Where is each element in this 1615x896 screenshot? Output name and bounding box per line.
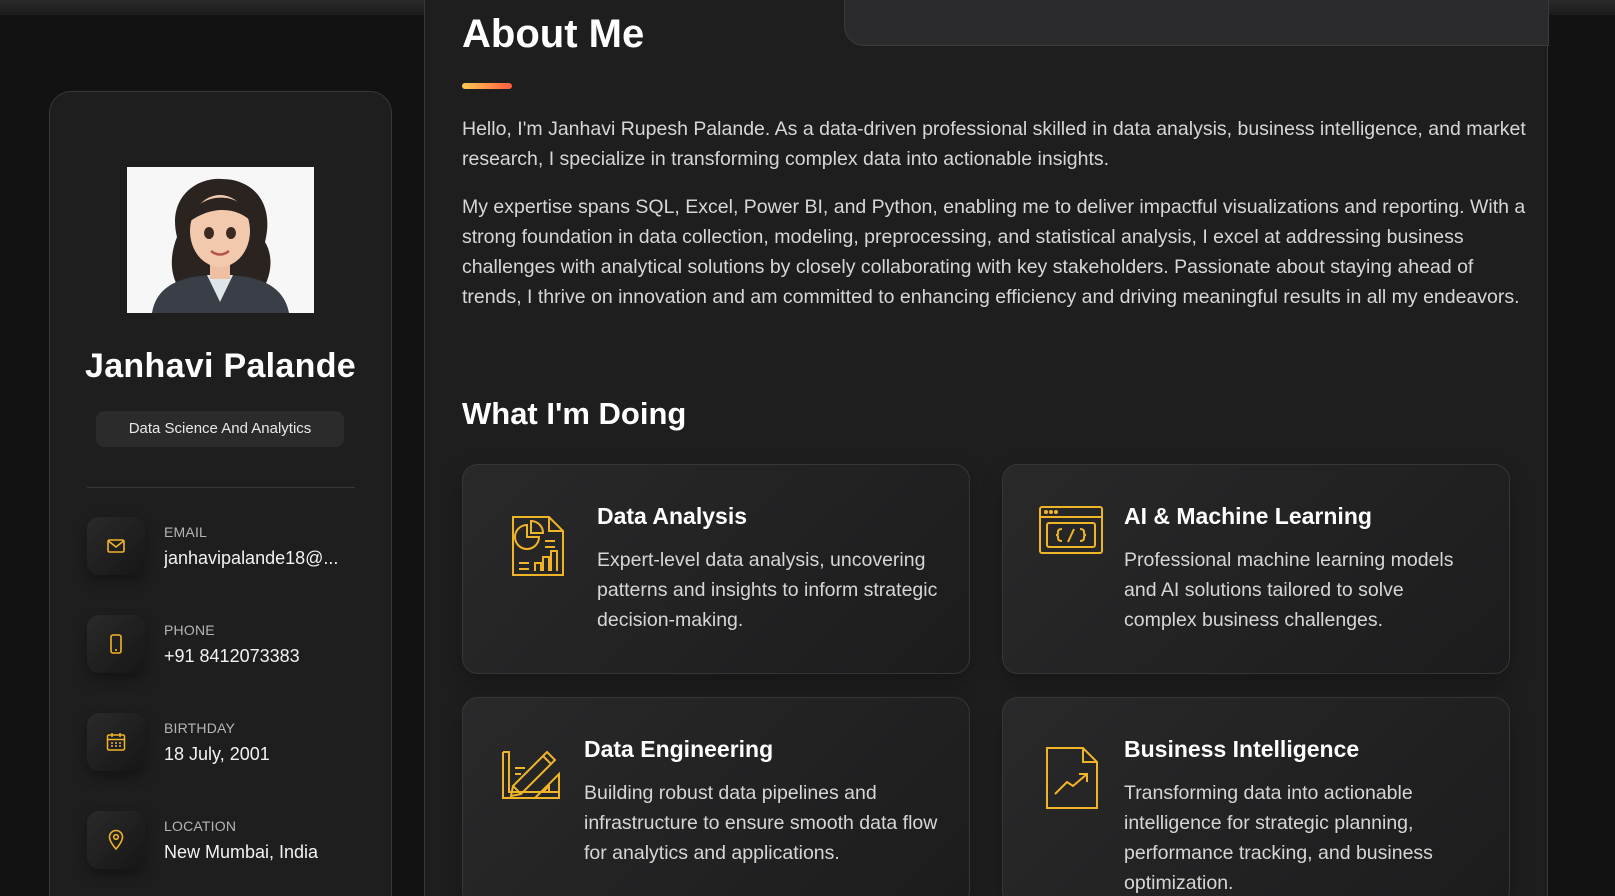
avatar xyxy=(127,167,314,313)
service-card-data-analysis: Data Analysis Expert-level data analysis… xyxy=(462,464,970,674)
navbar xyxy=(844,0,1549,46)
service-title: Data Engineering xyxy=(584,736,774,762)
contact-label: BIRTHDAY xyxy=(164,720,236,736)
about-paragraph-1: Hello, I'm Janhavi Rupesh Palande. As a … xyxy=(462,118,1526,170)
contact-label: LOCATION xyxy=(164,818,237,834)
location-value: New Mumbai, India xyxy=(164,842,319,862)
service-description: Expert-level data analysis, uncovering p… xyxy=(597,549,938,631)
contact-email: EMAIL janhavipalande18@... xyxy=(87,517,377,577)
phone-link[interactable]: +91 8412073383 xyxy=(164,646,300,667)
profile-name: Janhavi Palande xyxy=(85,347,356,385)
data-analysis-icon xyxy=(505,511,571,581)
service-title: Business Intelligence xyxy=(1124,736,1360,762)
phone-icon xyxy=(87,615,145,673)
service-description: Transforming data into actionable intell… xyxy=(1124,782,1433,894)
mail-icon xyxy=(87,517,145,575)
service-description: Professional machine learning models and… xyxy=(1124,549,1454,631)
location-pin-icon xyxy=(87,811,145,869)
sidebar-divider xyxy=(87,487,355,488)
service-card-data-engineering: Data Engineering Building robust data pi… xyxy=(462,697,970,896)
profile-title-badge: Data Science And Analytics xyxy=(96,411,344,447)
services-heading: What I'm Doing xyxy=(462,396,687,431)
contact-label: EMAIL xyxy=(164,524,208,540)
email-link[interactable]: janhavipalande18@... xyxy=(164,548,338,569)
main-content: About Me Hello, I'm Janhavi Rupesh Palan… xyxy=(424,0,1549,896)
contact-label: PHONE xyxy=(164,622,215,638)
trend-document-icon xyxy=(1043,744,1109,814)
code-window-icon xyxy=(1038,505,1104,575)
contact-phone: PHONE +91 8412073383 xyxy=(87,615,377,675)
service-card-business-intelligence: Business Intelligence Transforming data … xyxy=(1002,697,1510,896)
profile-sidebar: Janhavi Palande Data Science And Analyti… xyxy=(49,91,392,896)
service-title: AI & Machine Learning xyxy=(1124,503,1372,529)
contact-location: LOCATION New Mumbai, India xyxy=(87,811,377,871)
about-paragraph-2: My expertise spans SQL, Excel, Power BI,… xyxy=(462,196,1526,308)
title-underline xyxy=(462,83,512,89)
service-title: Data Analysis xyxy=(597,503,747,529)
calendar-icon xyxy=(87,713,145,771)
birthday-value: 18 July, 2001 xyxy=(164,744,270,764)
service-card-ai-ml: AI & Machine Learning Professional machi… xyxy=(1002,464,1510,674)
contact-birthday: BIRTHDAY 18 July, 2001 xyxy=(87,713,377,773)
design-tools-icon xyxy=(499,742,565,812)
service-description: Building robust data pipelines and infra… xyxy=(584,782,938,864)
page-title: About Me xyxy=(462,12,645,56)
